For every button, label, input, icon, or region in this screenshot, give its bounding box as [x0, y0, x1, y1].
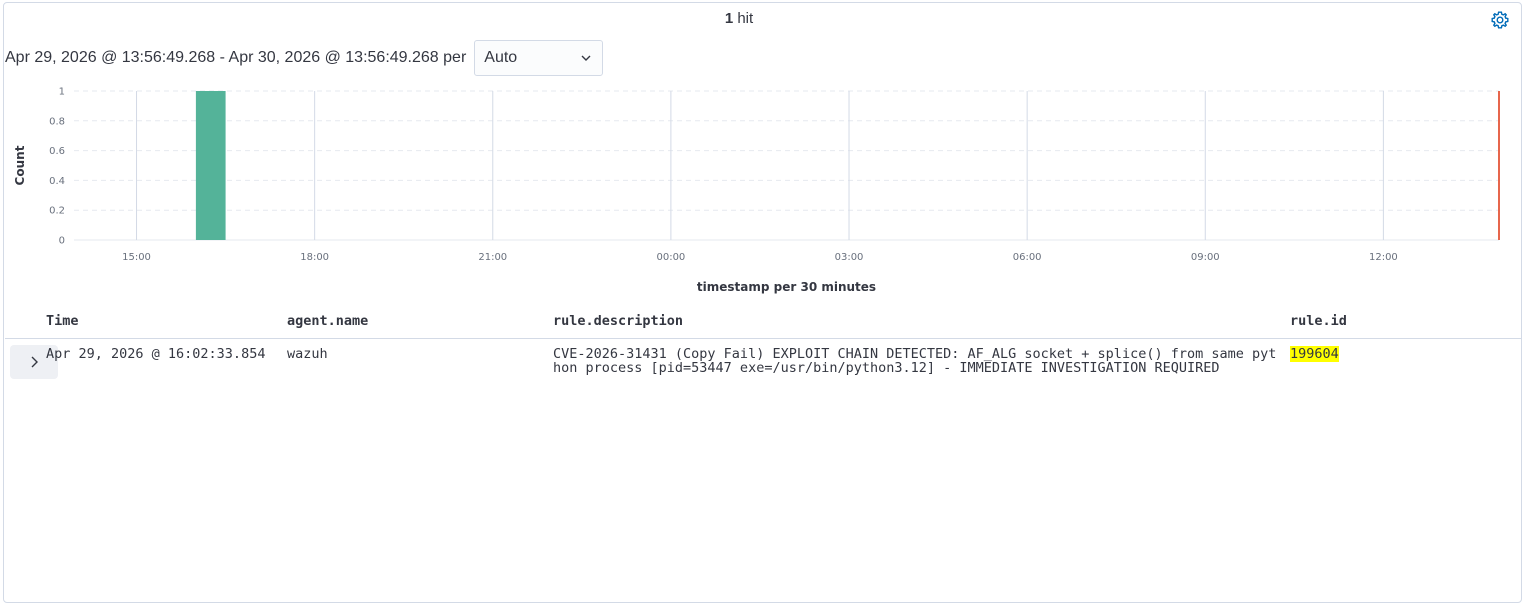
column-header-rule-description[interactable]: rule.description	[553, 313, 683, 329]
column-header-time[interactable]: Time	[46, 313, 79, 329]
cell-time: Apr 29, 2026 @ 16:02:33.854	[46, 346, 266, 362]
histogram-bar[interactable]	[195, 91, 226, 240]
highlighted-rule-id: 199604	[1290, 346, 1339, 362]
x-tick-label: 00:00	[656, 252, 685, 263]
x-tick-label: 03:00	[835, 252, 864, 263]
column-header-rule-id[interactable]: rule.id	[1290, 313, 1347, 329]
gear-icon[interactable]	[1490, 10, 1510, 30]
cell-agent-name: wazuh	[287, 346, 328, 362]
interval-select-value: Auto	[484, 49, 518, 66]
y-tick-label: 0.4	[49, 176, 65, 187]
results-table: Time agent.name rule.description rule.id…	[5, 303, 1521, 399]
y-tick-label: 0.2	[49, 206, 65, 217]
x-tick-label: 12:00	[1369, 252, 1398, 263]
hit-count-number: 1	[724, 10, 734, 27]
chevron-right-icon	[31, 356, 38, 368]
y-tick-label: 0	[59, 236, 65, 247]
y-tick-label: 0.8	[49, 116, 65, 127]
hit-count: 1 hit	[4, 10, 1474, 27]
y-axis-title: Count	[13, 145, 27, 185]
x-tick-label: 18:00	[300, 252, 329, 263]
hit-count-label: hit	[737, 10, 754, 27]
y-tick-label: 0.6	[49, 146, 65, 157]
histogram-chart[interactable]: 0 0.2 0.4 0.6 0.8 1 15:00 18:00 21:00 00:00 03:00 0…	[4, 81, 1519, 301]
time-range-text: Apr 29, 2026 @ 13:56:49.268 - Apr 30, 20…	[5, 49, 467, 66]
x-tick-label: 09:00	[1191, 252, 1220, 263]
y-tick-label: 1	[59, 87, 65, 98]
x-tick-label: 06:00	[1013, 252, 1042, 263]
x-tick-label: 21:00	[478, 252, 507, 263]
x-axis-title: timestamp per 30 minutes	[697, 280, 876, 294]
discover-results-panel: 1 hit Apr 29, 2026 @ 13:56:49.268 - Apr …	[3, 2, 1522, 603]
interval-select[interactable]: Auto	[474, 40, 604, 76]
table-row[interactable]: Apr 29, 2026 @ 16:02:33.854 wazuh CVE-20…	[5, 339, 1521, 399]
cell-rule-description: CVE-2026-31431 (Copy Fail) EXPLOIT CHAIN…	[553, 346, 1277, 376]
cell-rule-id: 199604	[1290, 346, 1339, 362]
x-tick-label: 15:00	[122, 252, 151, 263]
time-range-bar: Apr 29, 2026 @ 13:56:49.268 - Apr 30, 20…	[5, 40, 604, 76]
column-header-agent-name[interactable]: agent.name	[287, 313, 368, 329]
chevron-down-icon	[581, 55, 591, 61]
table-header: Time agent.name rule.description rule.id	[5, 303, 1521, 339]
